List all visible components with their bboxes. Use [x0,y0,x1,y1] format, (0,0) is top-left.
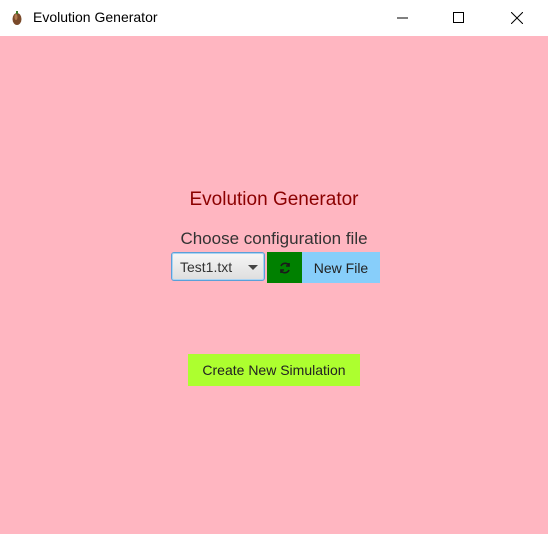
maximize-button[interactable] [436,0,482,36]
minimize-icon [397,17,408,19]
new-file-button[interactable]: New File [302,252,380,283]
window-title: Evolution Generator [33,9,158,25]
refresh-icon [279,262,290,273]
config-file-select[interactable]: Test1.txt [171,252,265,281]
create-simulation-button[interactable]: Create New Simulation [188,354,360,386]
config-prompt-label: Choose configuration file [180,229,368,248]
minimize-button[interactable] [380,0,426,36]
chevron-down-icon [248,265,258,270]
page-title: Evolution Generator [189,189,359,210]
title-bar[interactable]: Evolution Generator [0,0,548,36]
app-icon [11,10,23,26]
main-panel: Evolution Generator Choose configuration… [0,36,548,534]
close-button[interactable] [494,0,540,36]
maximize-icon [453,12,464,23]
refresh-button[interactable] [267,252,302,283]
close-icon [511,12,523,24]
config-file-selected-value: Test1.txt [180,259,233,275]
